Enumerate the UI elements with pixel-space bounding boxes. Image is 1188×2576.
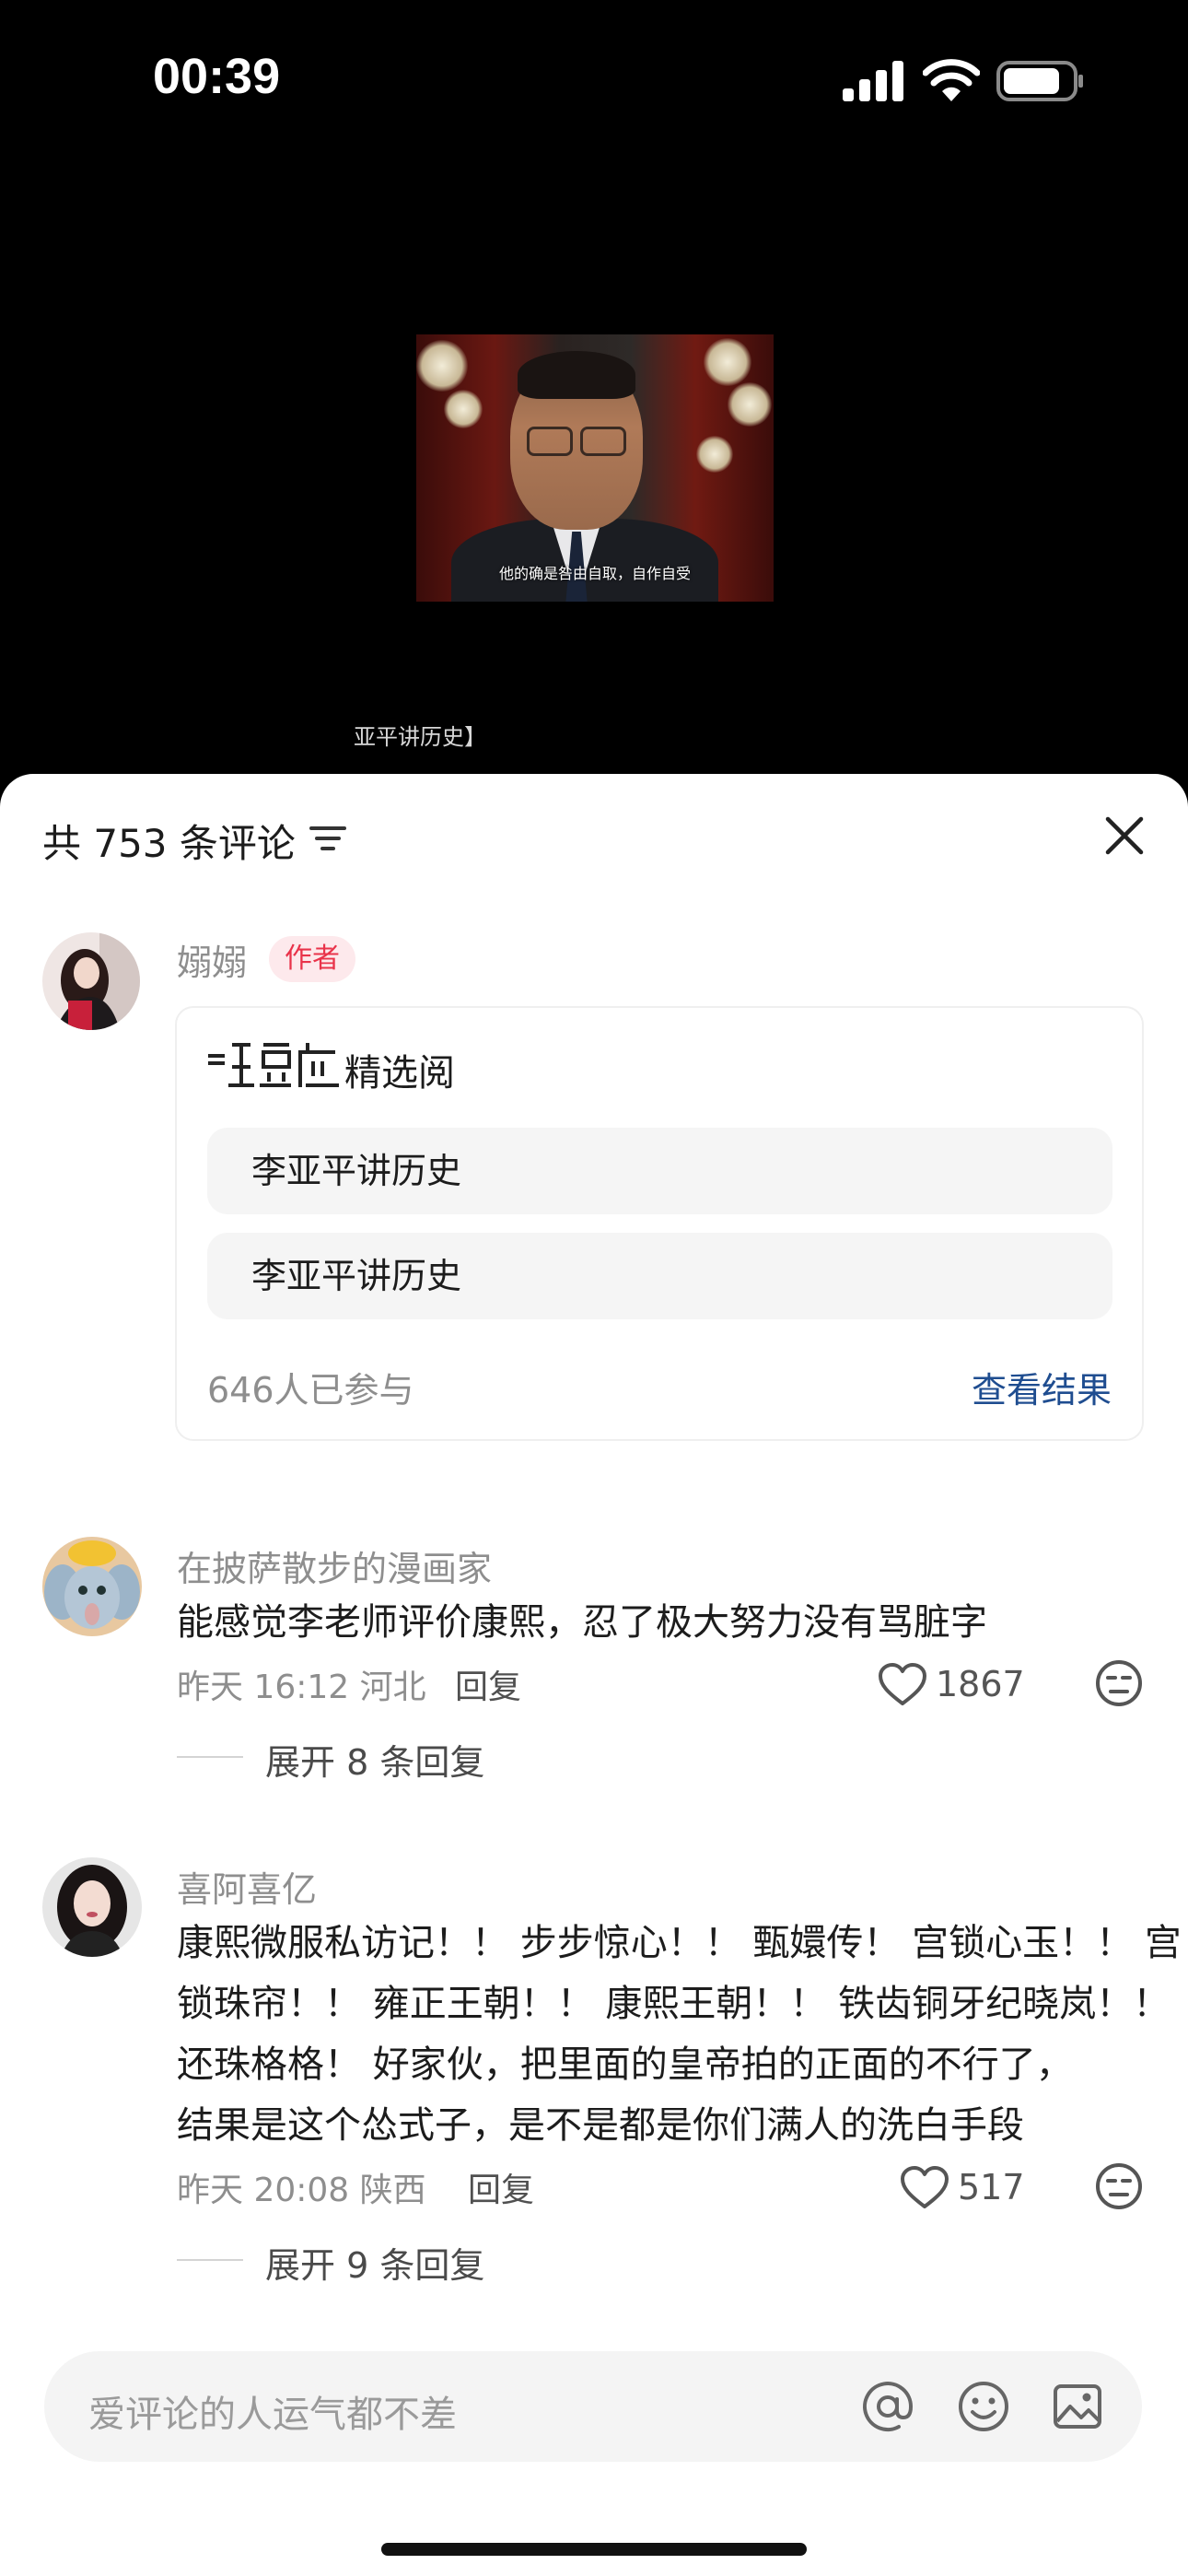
expand-replies-button[interactable]: 展开 9 条回复 [265, 2237, 484, 2288]
comment-text-line: 锁珠帘！！ 雍正王朝！！ 康熙王朝！！ 铁齿铜牙纪晓岚！！ [177, 1983, 1171, 2025]
commenter-avatar[interactable] [42, 1537, 142, 1636]
reply-button[interactable]: 回复 [455, 1660, 521, 1708]
video-caption: 亚平讲历史】 [354, 724, 486, 750]
dislike-face-icon[interactable] [1094, 2161, 1144, 2211]
poll-title-glyphs [208, 1043, 339, 1087]
poll-option[interactable]: 李亚平讲历史 [207, 1128, 1112, 1214]
author-avatar[interactable] [42, 932, 140, 1030]
like-count: 517 [958, 2167, 1025, 2207]
author-badge: 作者 [269, 936, 355, 982]
home-indicator[interactable] [381, 2543, 807, 2556]
expand-divider [177, 2259, 243, 2261]
poll-participants: 646人已参与 [207, 1370, 414, 1411]
commenter-nickname[interactable]: 在披萨散步的漫画家 [177, 1540, 492, 1591]
commenter-avatar[interactable] [42, 1857, 142, 1957]
poll-title: 精选阅 [344, 1052, 455, 1095]
wifi-icon [923, 59, 980, 101]
video-subtitle: 他的确是咎由自取，自作自受 [498, 565, 691, 582]
like-count: 1867 [936, 1664, 1025, 1704]
heart-outline-icon[interactable] [899, 2164, 950, 2210]
comment-time-location: 昨天 20:08 陕西 [177, 2172, 426, 2209]
comment-time-location: 昨天 16:12 河北 [177, 1669, 426, 1706]
heart-outline-icon[interactable] [877, 1661, 928, 1707]
comment-text-line: 还珠格格！ 好家伙，把里面的皇帝拍的正面的不行了， [177, 2043, 1073, 2086]
image-icon[interactable] [1050, 2379, 1105, 2434]
video-player[interactable]: 他的确是咎由自取，自作自受 [416, 334, 774, 602]
cellular-signal-icon [843, 61, 903, 101]
expand-replies-button[interactable]: 展开 8 条回复 [265, 1734, 484, 1785]
comment-input-placeholder[interactable]: 爱评论的人运气都不差 [88, 2384, 457, 2438]
close-x-icon[interactable] [1103, 814, 1146, 857]
poll-view-results-link[interactable]: 查看结果 [972, 1362, 1112, 1412]
at-mention-icon[interactable] [860, 2379, 915, 2434]
comment-text-line: 结果是这个怂式子，是不是都是你们满人的洗白手段 [177, 2104, 1024, 2147]
status-time: 00:39 [153, 49, 281, 104]
reply-button[interactable]: 回复 [468, 2163, 534, 2211]
poll-option[interactable]: 李亚平讲历史 [207, 1233, 1112, 1319]
dislike-face-icon[interactable] [1094, 1658, 1144, 1708]
expand-divider [177, 1756, 243, 1758]
filter-lines-icon[interactable] [309, 824, 346, 853]
author-nickname[interactable]: 嫋嫋 [177, 934, 247, 985]
emoji-icon[interactable] [956, 2379, 1011, 2434]
commenter-nickname[interactable]: 喜阿喜亿 [177, 1861, 317, 1912]
battery-icon [996, 61, 1083, 101]
comment-text: 能感觉李老师评价康熙，忍了极大努力没有骂脏字 [177, 1601, 987, 1644]
comment-text-line: 康熙微服私访记！！ 步步惊心！！ 甄嬛传！ 宫锁心玉！！ 宫 [177, 1922, 1182, 1964]
comment-count-title: 共 753 条评论 [42, 821, 296, 866]
